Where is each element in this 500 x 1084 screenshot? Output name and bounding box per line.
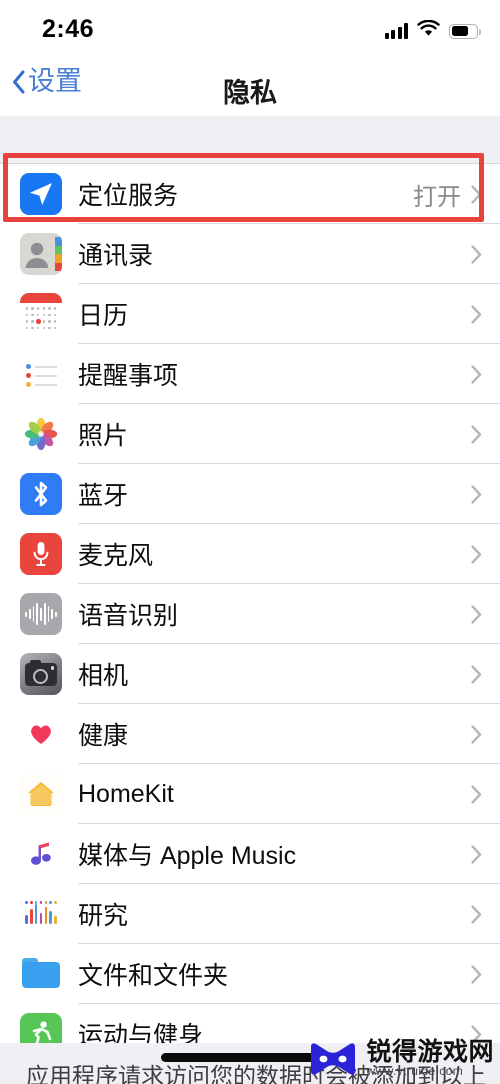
list-row-accessory — [461, 724, 482, 744]
chevron-right-icon — [471, 724, 482, 744]
list-row-photos[interactable]: 照片 — [0, 404, 500, 464]
iphone-screen: 2:46 设置 隐私 定位服务 打开 通讯录 日历 提醒事项 照片 蓝牙 麦克风… — [0, 0, 500, 1084]
watermark-site-name: 锐得游戏网 — [366, 1038, 494, 1067]
list-row-accessory — [461, 904, 482, 924]
list-row-label: 通讯录 — [78, 242, 154, 270]
list-row-value: 打开 — [413, 183, 461, 211]
list-row-label: 照片 — [78, 422, 129, 450]
list-row-location-services[interactable]: 定位服务 打开 — [0, 164, 500, 224]
chevron-right-icon — [471, 304, 482, 324]
chevron-right-icon — [471, 544, 482, 564]
watermark: 锐得游戏网 www.ytruide.com — [307, 1039, 494, 1078]
list-row-accessory — [461, 424, 482, 444]
chevron-right-icon — [471, 844, 482, 864]
list-row-accessory — [461, 784, 482, 804]
list-row-camera[interactable]: 相机 — [0, 644, 500, 704]
list-row-label: 语音识别 — [78, 602, 179, 630]
list-row-label: 日历 — [78, 302, 129, 330]
list-row-accessory — [461, 484, 482, 504]
watermark-logo-icon — [307, 1041, 359, 1077]
chevron-right-icon — [471, 784, 482, 804]
health-icon — [20, 713, 62, 755]
chevron-right-icon — [471, 424, 482, 444]
list-top-gap — [0, 116, 500, 163]
status-bar: 2:46 — [0, 0, 500, 60]
list-row-accessory — [461, 544, 482, 564]
list-row-microphone[interactable]: 麦克风 — [0, 524, 500, 584]
list-row-label: 媒体与 Apple Music — [78, 842, 297, 870]
list-row-accessory — [461, 604, 482, 624]
chevron-right-icon — [471, 244, 482, 264]
bluetooth-icon — [20, 473, 62, 515]
list-row-calendar[interactable]: 日历 — [0, 284, 500, 344]
files-icon — [20, 953, 62, 995]
list-row-accessory — [461, 304, 482, 324]
list-row-label: 文件和文件夹 — [78, 962, 229, 990]
navigation-bar: 设置 隐私 — [0, 60, 500, 116]
list-row-accessory — [461, 844, 482, 864]
list-row-accessory — [461, 964, 482, 984]
status-bar-time: 2:46 — [42, 15, 95, 43]
microphone-icon — [20, 533, 62, 575]
wifi-icon — [417, 19, 440, 42]
reminders-icon — [20, 353, 62, 395]
cellular-signal-icon — [384, 23, 408, 39]
contacts-icon — [20, 233, 62, 275]
speech-recognition-icon — [20, 593, 62, 635]
list-row-label: 健康 — [78, 722, 129, 750]
list-row-health[interactable]: 健康 — [0, 704, 500, 764]
chevron-right-icon — [471, 964, 482, 984]
list-row-speech-recognition[interactable]: 语音识别 — [0, 584, 500, 644]
chevron-right-icon — [471, 184, 482, 204]
privacy-settings-list: 定位服务 打开 通讯录 日历 提醒事项 照片 蓝牙 麦克风 语音识别 相机 健康… — [0, 163, 500, 1064]
chevron-right-icon — [471, 364, 482, 384]
list-row-accessory — [461, 664, 482, 684]
list-row-label: 研究 — [78, 902, 129, 930]
list-row-contacts[interactable]: 通讯录 — [0, 224, 500, 284]
camera-icon — [20, 653, 62, 695]
list-row-accessory — [461, 364, 482, 384]
research-icon — [20, 893, 62, 935]
list-row-label: 蓝牙 — [78, 482, 129, 510]
chevron-right-icon — [471, 904, 482, 924]
list-row-accessory: 打开 — [413, 177, 482, 212]
homekit-icon — [20, 773, 62, 815]
battery-icon — [449, 23, 482, 39]
calendar-icon — [20, 293, 62, 335]
list-row-apple-music[interactable]: 媒体与 Apple Music — [0, 824, 500, 884]
chevron-right-icon — [471, 604, 482, 624]
list-row-accessory — [461, 244, 482, 264]
apple-music-icon — [20, 833, 62, 875]
list-row-reminders[interactable]: 提醒事项 — [0, 344, 500, 404]
list-row-label: HomeKit — [78, 779, 174, 808]
list-row-homekit[interactable]: HomeKit — [0, 764, 500, 824]
status-bar-indicators — [384, 19, 482, 42]
list-row-bluetooth[interactable]: 蓝牙 — [0, 464, 500, 524]
page-title: 隐私 — [223, 78, 277, 108]
watermark-text: 锐得游戏网 www.ytruide.com — [366, 1039, 494, 1078]
list-row-research[interactable]: 研究 — [0, 884, 500, 944]
list-row-label: 相机 — [78, 662, 129, 690]
watermark-site-url: www.ytruide.com — [366, 1064, 464, 1079]
photos-icon — [20, 413, 62, 455]
list-row-label: 麦克风 — [78, 542, 154, 570]
chevron-right-icon — [471, 664, 482, 684]
location-services-icon — [20, 173, 62, 215]
list-row-label: 提醒事项 — [78, 362, 179, 390]
list-row-files[interactable]: 文件和文件夹 — [0, 944, 500, 1004]
list-row-label: 定位服务 — [78, 182, 179, 210]
chevron-right-icon — [471, 484, 482, 504]
